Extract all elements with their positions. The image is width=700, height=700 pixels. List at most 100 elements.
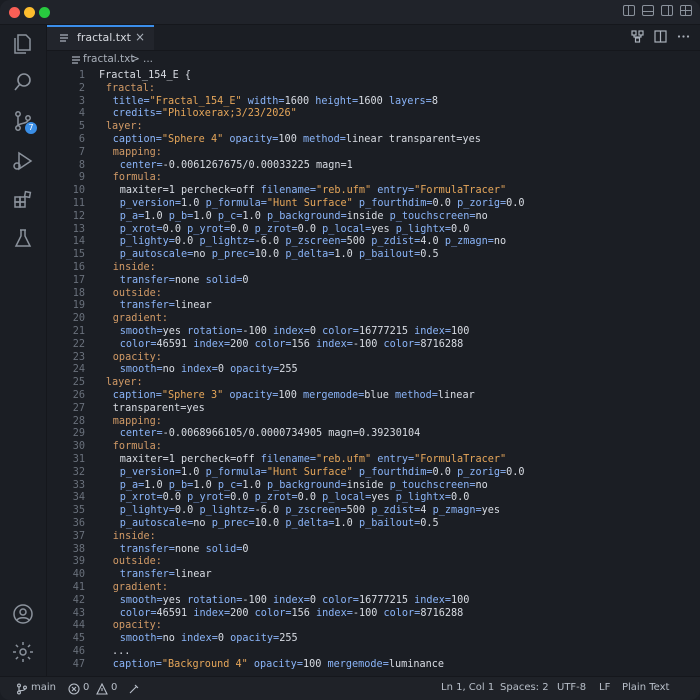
- code-line[interactable]: 3 title="Fractal_154_E" width=1600 height…: [47, 95, 700, 108]
- code-line[interactable]: 29 center=-0.0068966105/0.0000734905 magn…: [47, 427, 700, 440]
- code-line[interactable]: 41 gradient:: [47, 581, 700, 594]
- code-line[interactable]: 27 transparent=yes: [47, 402, 700, 415]
- code-token: smooth=: [119, 364, 163, 376]
- line-number: 27: [72, 402, 85, 414]
- code-line[interactable]: 46 ...: [47, 645, 700, 658]
- code-line[interactable]: 33 p_a=1.0 p_b=1.0 p_c=1.0 p_background=i…: [47, 479, 700, 492]
- code-token: p_zmagn=: [432, 505, 482, 517]
- cursor-position[interactable]: Ln 1, Col 1: [441, 682, 494, 693]
- maximize-window-button[interactable]: [39, 7, 50, 18]
- code-line[interactable]: 31 maxiter=1 percheck=off filename="reb.u…: [47, 453, 700, 466]
- line-number: 18: [72, 287, 85, 299]
- activity-bar: 7: [0, 25, 47, 676]
- split-editor-icon[interactable]: [654, 30, 667, 43]
- code-line[interactable]: 8 center=-0.0061267675/0.00033225 magn=1: [47, 159, 700, 172]
- warning-count[interactable]: 0: [111, 682, 117, 693]
- breadcrumb-symbols[interactable]: ...: [143, 53, 153, 65]
- close-window-button[interactable]: [9, 7, 20, 18]
- code-line[interactable]: 14 p_lighty=0.0 p_lightz=-6.0 p_zscreen=5…: [47, 235, 700, 248]
- testing-icon[interactable]: [11, 227, 35, 251]
- language-mode[interactable]: Plain Text: [622, 682, 669, 693]
- code-line[interactable]: 23 opacity:: [47, 351, 700, 364]
- customize-layout-icon[interactable]: [680, 5, 692, 16]
- tab-close-icon[interactable]: ×: [135, 30, 145, 44]
- code-line[interactable]: 1 Fractal_154_E {: [47, 69, 700, 82]
- code-line[interactable]: 44 opacity:: [47, 619, 700, 632]
- code-token: p_c=: [217, 210, 243, 222]
- code-line[interactable]: 11 p_version=1.0 p_formula="Hunt Surface"…: [47, 197, 700, 210]
- code-line[interactable]: 13 p_xrot=0.0 p_yrot=0.0 p_zrot=0.0 p_loc…: [47, 223, 700, 236]
- code-token: 200: [230, 607, 255, 619]
- toggle-sidebar-icon[interactable]: [623, 5, 635, 16]
- code-line[interactable]: 6 caption="Sphere 4" opacity=100 method=l…: [47, 133, 700, 146]
- code-token: p_zrot=: [254, 223, 298, 235]
- line-number: 34: [72, 492, 85, 504]
- code-line[interactable]: 36 p_autoscale=no p_prec=10.0 p_delta=1.0…: [47, 517, 700, 530]
- error-count[interactable]: 0: [83, 682, 89, 693]
- code-line[interactable]: 21 smooth=yes rotation=-100 index=0 color…: [47, 325, 700, 338]
- breadcrumb-file[interactable]: fractal.txt: [83, 53, 134, 65]
- code-editor[interactable]: 1 Fractal_154_E {2 fractal: 3 title="Fractal…: [47, 69, 700, 676]
- code-line[interactable]: 39 outside:: [47, 555, 700, 568]
- line-number: 40: [72, 569, 85, 581]
- code-token: 0.0: [432, 198, 458, 209]
- code-line[interactable]: 22 color=46591 index=200 color=156 index=…: [47, 338, 700, 351]
- line-number: 42: [72, 594, 85, 606]
- code-line[interactable]: 28 mapping:: [47, 415, 700, 428]
- code-line[interactable]: 47 caption="Background 4" opacity=100 mer…: [47, 658, 700, 671]
- code-token: 16777215: [358, 326, 415, 337]
- search-icon[interactable]: [11, 70, 35, 94]
- code-token: opacity=: [223, 390, 279, 401]
- code-line[interactable]: 43 color=46591 index=200 color=156 index=…: [47, 607, 700, 620]
- code-line[interactable]: 35 p_lighty=0.0 p_lightz=-6.0 p_zscreen=5…: [47, 504, 700, 517]
- encoding[interactable]: UTF-8: [557, 682, 586, 693]
- toggle-secondary-sidebar-icon[interactable]: [661, 5, 673, 16]
- account-icon[interactable]: [11, 602, 35, 626]
- code-line[interactable]: 19 transfer=linear: [47, 299, 700, 312]
- code-line[interactable]: 9 formula:: [47, 171, 700, 184]
- code-line[interactable]: 18 outside:: [47, 287, 700, 300]
- code-line[interactable]: 26 caption="Sphere 3" opacity=100 mergemo…: [47, 389, 700, 402]
- run-debug-icon[interactable]: [11, 149, 35, 173]
- code-token: transfer=: [119, 300, 175, 312]
- branch-name[interactable]: main: [31, 682, 56, 693]
- minimize-window-button[interactable]: [24, 7, 35, 18]
- code-line[interactable]: 2 fractal:: [47, 82, 700, 95]
- code-token: p_lightx=: [395, 223, 451, 235]
- explorer-icon[interactable]: [11, 32, 35, 56]
- source-control-icon[interactable]: 7: [11, 109, 37, 134]
- code-line[interactable]: 25 layer:: [47, 376, 700, 389]
- code-line[interactable]: 42 smooth=yes rotation=-100 index=0 color…: [47, 594, 700, 607]
- code-token: 16777215: [358, 594, 415, 606]
- open-changes-icon[interactable]: [631, 30, 644, 43]
- code-token: 1.0: [181, 466, 206, 478]
- extensions-icon[interactable]: [11, 188, 35, 212]
- code-token: p_zrot=: [254, 492, 298, 504]
- code-line[interactable]: 30 formula:: [47, 440, 700, 453]
- code-token: color=: [119, 607, 157, 619]
- code-line[interactable]: 40 transfer=linear: [47, 568, 700, 581]
- code-line[interactable]: 38 transfer=none solid=0: [47, 543, 700, 556]
- code-line[interactable]: 34 p_xrot=0.0 p_yrot=0.0 p_zrot=0.0 p_loc…: [47, 491, 700, 504]
- line-number: 46: [72, 646, 85, 657]
- code-line[interactable]: 32 p_version=1.0 p_formula="Hunt Surface"…: [47, 466, 700, 479]
- indentation[interactable]: Spaces: 2: [500, 682, 549, 693]
- code-line[interactable]: 12 p_a=1.0 p_b=1.0 p_c=1.0 p_background=i…: [47, 210, 700, 223]
- code-line[interactable]: 24 smooth=no index=0 opacity=255: [47, 363, 700, 376]
- code-line[interactable]: 20 gradient:: [47, 312, 700, 325]
- code-line[interactable]: 45 smooth=no index=0 opacity=255: [47, 632, 700, 645]
- more-actions-icon[interactable]: [677, 30, 690, 43]
- code-line[interactable]: 4 credits="Philoxerax;3/23/2026": [47, 107, 700, 120]
- code-line[interactable]: 7 mapping:: [47, 146, 700, 159]
- end-of-line[interactable]: LF: [599, 682, 610, 693]
- toggle-panel-icon[interactable]: [642, 5, 654, 16]
- ports-icon[interactable]: [128, 683, 140, 695]
- code-line[interactable]: 15 p_autoscale=no p_prec=10.0 p_delta=1.0…: [47, 248, 700, 261]
- settings-gear-icon[interactable]: [11, 640, 35, 664]
- code-line[interactable]: 17 transfer=none solid=0: [47, 274, 700, 287]
- code-line[interactable]: 10 maxiter=1 percheck=off filename="reb.u…: [47, 184, 700, 197]
- tab-fractal-txt[interactable]: fractal.txt ×: [47, 25, 154, 50]
- code-line[interactable]: 16 inside:: [47, 261, 700, 274]
- code-line[interactable]: 37 inside:: [47, 530, 700, 543]
- code-line[interactable]: 5 layer:: [47, 120, 700, 133]
